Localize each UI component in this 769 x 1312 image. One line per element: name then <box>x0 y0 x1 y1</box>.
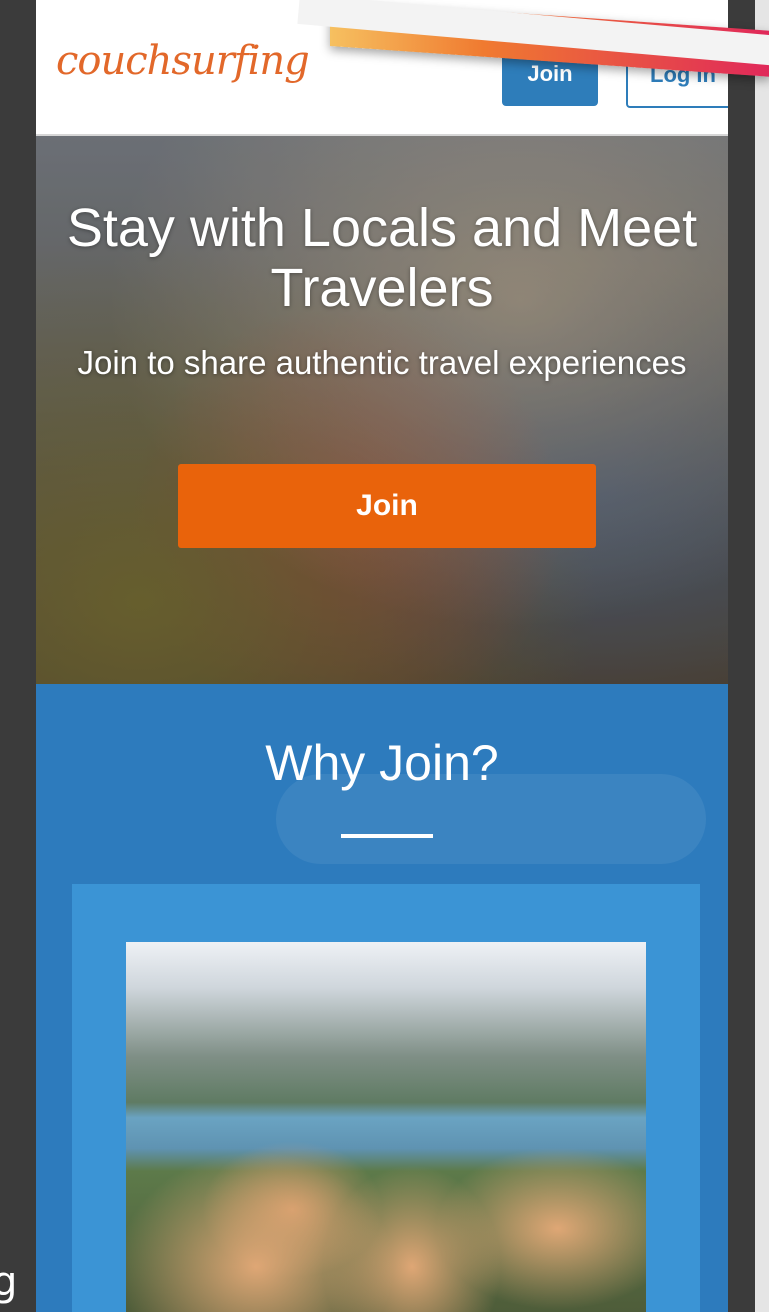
couchsurfing-logo[interactable]: couchsurfing <box>56 38 310 84</box>
edge-text: g <box>0 1259 18 1305</box>
feature-card <box>72 884 700 1312</box>
group-photo <box>126 942 646 1312</box>
hero-subtitle: Join to share authentic travel experienc… <box>77 344 687 381</box>
why-join-section: Why Join? <box>36 684 728 1312</box>
presentation-right-edge <box>755 0 769 1312</box>
mobile-page: couchsurfing Join Log In Stay with Local… <box>36 0 728 1312</box>
why-join-title: Why Join? <box>265 735 499 791</box>
title-underline <box>341 834 433 838</box>
hero-join-button[interactable]: Join <box>178 464 596 548</box>
hero-section: Stay with Locals and Meet Travelers Join… <box>36 136 728 684</box>
hero-title: Stay with Locals and Meet Travelers <box>66 198 698 318</box>
presentation-left-border <box>0 0 36 1312</box>
